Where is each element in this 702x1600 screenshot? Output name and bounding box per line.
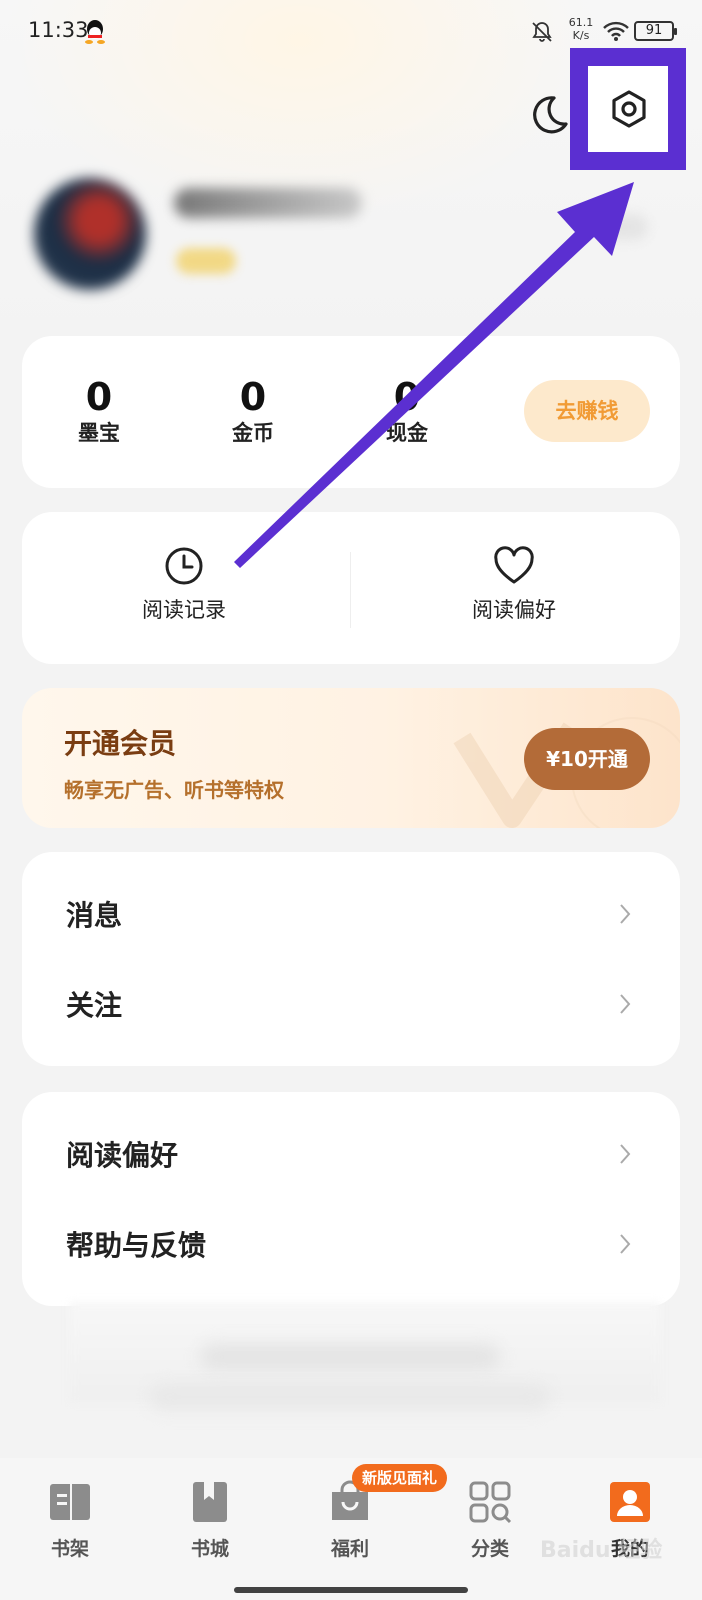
- wifi-icon: [603, 21, 629, 41]
- chevron-right-icon: [620, 1234, 631, 1254]
- stat-value: 0: [239, 375, 267, 419]
- net-speed-value: 61.1: [568, 16, 594, 29]
- status-time: 11:33: [28, 18, 89, 42]
- gear-icon: [612, 90, 646, 128]
- menu-item-reading-preference[interactable]: 阅读偏好: [22, 1108, 680, 1200]
- network-speed: 61.1 K/s: [566, 16, 596, 42]
- menu-item-label: 消息: [66, 899, 123, 932]
- stat-mobao[interactable]: 0 墨宝: [44, 376, 154, 448]
- blurred-footer-line: [200, 1344, 500, 1370]
- menu-item-messages[interactable]: 消息: [22, 868, 680, 960]
- heart-icon: [494, 546, 534, 584]
- settings-button[interactable]: [570, 48, 686, 170]
- menu-card-1: 消息 关注: [22, 852, 680, 1066]
- home-indicator[interactable]: [234, 1587, 468, 1593]
- bookstore-icon: [193, 1482, 227, 1522]
- bookshelf-icon: [50, 1484, 90, 1520]
- menu-item-label: 阅读偏好: [66, 1139, 179, 1172]
- chevron-right-icon: [620, 1144, 631, 1164]
- reading-preference-button[interactable]: 阅读偏好: [414, 546, 614, 624]
- stat-coins[interactable]: 0 金币: [198, 376, 308, 448]
- menu-card-2: 阅读偏好 帮助与反馈: [22, 1092, 680, 1306]
- tab-label: 分类: [470, 1538, 509, 1560]
- profile-link-blurred[interactable]: [600, 214, 648, 240]
- menu-item-label: 帮助与反馈: [66, 1229, 207, 1262]
- vip-title: 开通会员: [64, 727, 177, 760]
- vip-card[interactable]: 开通会员 畅享无广告、听书等特权 ¥10开通: [22, 688, 680, 828]
- tab-bookstore[interactable]: 书城: [160, 1480, 260, 1561]
- new-version-gift-badge: 新版见面礼: [352, 1464, 448, 1492]
- category-icon: [469, 1481, 512, 1524]
- divider: [350, 552, 351, 628]
- stat-label: 现金: [386, 421, 428, 445]
- stat-value: 0: [393, 375, 421, 419]
- reading-history-label: 阅读记录: [142, 598, 226, 622]
- quick-actions-card: 阅读记录 阅读偏好: [22, 512, 680, 664]
- menu-item-follow[interactable]: 关注: [22, 958, 680, 1050]
- username-blurred[interactable]: [174, 188, 362, 218]
- baidu-watermark: Baidu 经验: [540, 1538, 663, 1563]
- reading-preference-label: 阅读偏好: [472, 598, 556, 622]
- menu-item-label: 关注: [66, 989, 123, 1022]
- user-level-badge-blurred: [176, 248, 236, 274]
- moon-icon[interactable]: [526, 92, 572, 138]
- clock-icon: [165, 547, 203, 585]
- blurred-footer-line: [150, 1384, 550, 1410]
- mute-bell-icon: [532, 22, 552, 42]
- tab-label: 书城: [190, 1538, 229, 1560]
- tab-label: 书架: [50, 1538, 89, 1560]
- profile-icon: [610, 1482, 650, 1522]
- qq-icon: [85, 20, 105, 44]
- battery-indicator: 91: [634, 21, 677, 41]
- tab-bookshelf[interactable]: 书架: [20, 1480, 120, 1561]
- net-speed-unit: K/s: [572, 29, 590, 42]
- bottom-nav: 书架 书城 福利 新版见面礼 分类 我的: [0, 1458, 702, 1600]
- stat-label: 墨宝: [78, 421, 120, 445]
- menu-item-help-feedback[interactable]: 帮助与反馈: [22, 1198, 680, 1290]
- avatar[interactable]: [34, 178, 146, 290]
- reading-history-button[interactable]: 阅读记录: [84, 546, 284, 624]
- stat-label: 金币: [232, 421, 274, 445]
- tab-label: 福利: [330, 1538, 369, 1560]
- stat-cash[interactable]: 0 现金: [352, 376, 462, 448]
- vip-subtitle: 畅享无广告、听书等特权: [64, 778, 284, 802]
- chevron-right-icon: [620, 904, 631, 924]
- wallet-card: 0 墨宝 0 金币 0 现金 去赚钱: [22, 336, 680, 488]
- vip-open-button[interactable]: ¥10开通: [524, 728, 650, 790]
- stat-value: 0: [85, 375, 113, 419]
- chevron-right-icon: [620, 994, 631, 1014]
- tab-welfare[interactable]: 福利: [300, 1480, 400, 1561]
- earn-money-button[interactable]: 去赚钱: [524, 380, 650, 442]
- tab-category[interactable]: 分类: [440, 1480, 540, 1561]
